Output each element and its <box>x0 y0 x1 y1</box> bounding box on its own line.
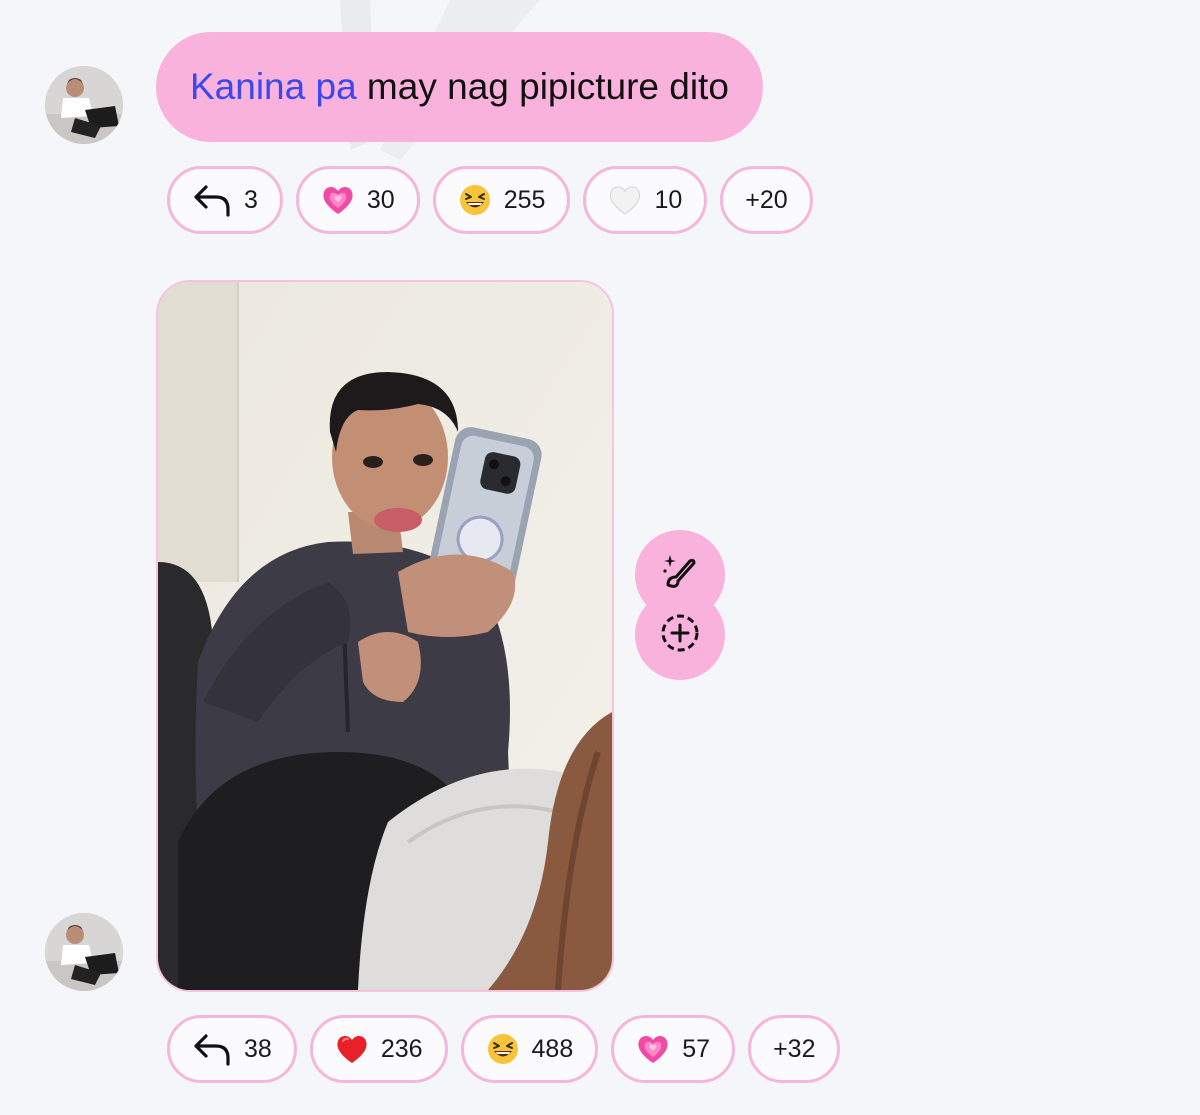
growing-heart-icon <box>321 183 355 217</box>
reaction-count: +20 <box>745 185 788 214</box>
reaction-count: 30 <box>366 185 395 214</box>
reaction-count: 57 <box>682 1034 711 1063</box>
laughing-face-icon <box>486 1032 520 1066</box>
reply-count-pill[interactable]: 38 <box>167 1015 297 1083</box>
add-reaction-icon <box>658 611 702 660</box>
add-reaction-button[interactable] <box>635 590 725 680</box>
reaction-pill[interactable]: 10 <box>583 166 708 234</box>
avatar-photo <box>45 913 123 991</box>
reaction-count: 488 <box>531 1034 574 1063</box>
reaction-count: 236 <box>380 1034 423 1063</box>
reaction-count: 10 <box>654 185 683 214</box>
reaction-pill[interactable]: 30 <box>295 166 420 234</box>
reaction-pill[interactable]: 236 <box>309 1015 448 1083</box>
sender-avatar[interactable] <box>45 913 123 991</box>
white-heart-icon <box>608 183 642 217</box>
photo-image <box>158 282 612 990</box>
avatar-photo <box>45 66 123 144</box>
red-heart-icon <box>335 1032 369 1066</box>
reaction-count: 255 <box>503 185 546 214</box>
reaction-count: +32 <box>773 1034 816 1063</box>
laughing-face-icon <box>458 183 492 217</box>
more-reactions-pill[interactable]: +32 <box>748 1015 841 1083</box>
reply-icon <box>192 1032 232 1066</box>
reaction-pill[interactable]: 488 <box>460 1015 599 1083</box>
reaction-count: 3 <box>244 185 258 214</box>
message-bubble[interactable]: Kanina pa may nag pipicture dito <box>156 32 763 142</box>
photo-message[interactable] <box>156 280 614 992</box>
reply-icon <box>192 183 232 217</box>
reaction-bar: 38 236 488 57 +32 <box>167 1015 841 1083</box>
sender-avatar[interactable] <box>45 66 123 144</box>
reply-count-pill[interactable]: 3 <box>167 166 283 234</box>
reaction-pill[interactable]: 255 <box>432 166 571 234</box>
chat-thread: Kanina pa may nag pipicture dito 3 30 25… <box>0 0 1200 1115</box>
reaction-pill[interactable]: 57 <box>611 1015 736 1083</box>
growing-heart-icon <box>636 1032 670 1066</box>
reaction-bar: 3 30 255 10 +20 <box>167 166 813 234</box>
reaction-count: 38 <box>244 1034 272 1063</box>
message-text: may nag pipicture dito <box>356 66 729 107</box>
more-reactions-pill[interactable]: +20 <box>720 166 813 234</box>
message-mention[interactable]: Kanina pa <box>190 66 357 108</box>
